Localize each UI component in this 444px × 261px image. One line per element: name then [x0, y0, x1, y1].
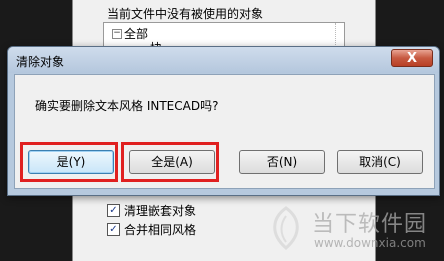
no-button[interactable]: 否(N)	[239, 150, 325, 174]
leaf-logo	[273, 206, 299, 250]
option-merge-styles[interactable]: ✓ 合并相同风格	[107, 221, 196, 238]
dialog-titlebar[interactable]: 清除对象 X	[8, 47, 439, 73]
tree-root-label: 全部	[124, 27, 149, 41]
confirm-message: 确实要删除文本风格 INTECAD吗?	[35, 99, 219, 113]
collapse-icon[interactable]: −	[112, 28, 122, 39]
yes-to-all-button[interactable]: 全是(A)	[129, 150, 215, 174]
option-label: 清理嵌套对象	[124, 204, 197, 218]
cancel-button[interactable]: 取消(C)	[337, 150, 423, 174]
dialog-title: 清除对象	[16, 55, 65, 69]
watermark-brand: 当下软件园	[312, 212, 428, 237]
check-icon[interactable]: ✓	[107, 223, 120, 236]
unused-objects-heading: 当前文件中没有被使用的对象	[107, 7, 264, 21]
option-label: 合并相同风格	[124, 223, 197, 237]
dialog-body: 确实要删除文本风格 INTECAD吗? 是(Y) 全是(A) 否(N) 取消(C…	[14, 74, 435, 189]
clear-objects-dialog: 清除对象 X 确实要删除文本风格 INTECAD吗? 是(Y) 全是(A) 否(…	[7, 46, 440, 196]
close-icon: X	[406, 51, 418, 66]
close-button[interactable]: X	[391, 49, 433, 67]
tree-root-item[interactable]: − 全部	[112, 25, 148, 42]
option-clean-nested[interactable]: ✓ 清理嵌套对象	[107, 202, 196, 219]
check-icon[interactable]: ✓	[107, 204, 120, 217]
yes-button[interactable]: 是(Y)	[28, 150, 114, 174]
watermark-url: www.downxia.com	[314, 236, 426, 250]
